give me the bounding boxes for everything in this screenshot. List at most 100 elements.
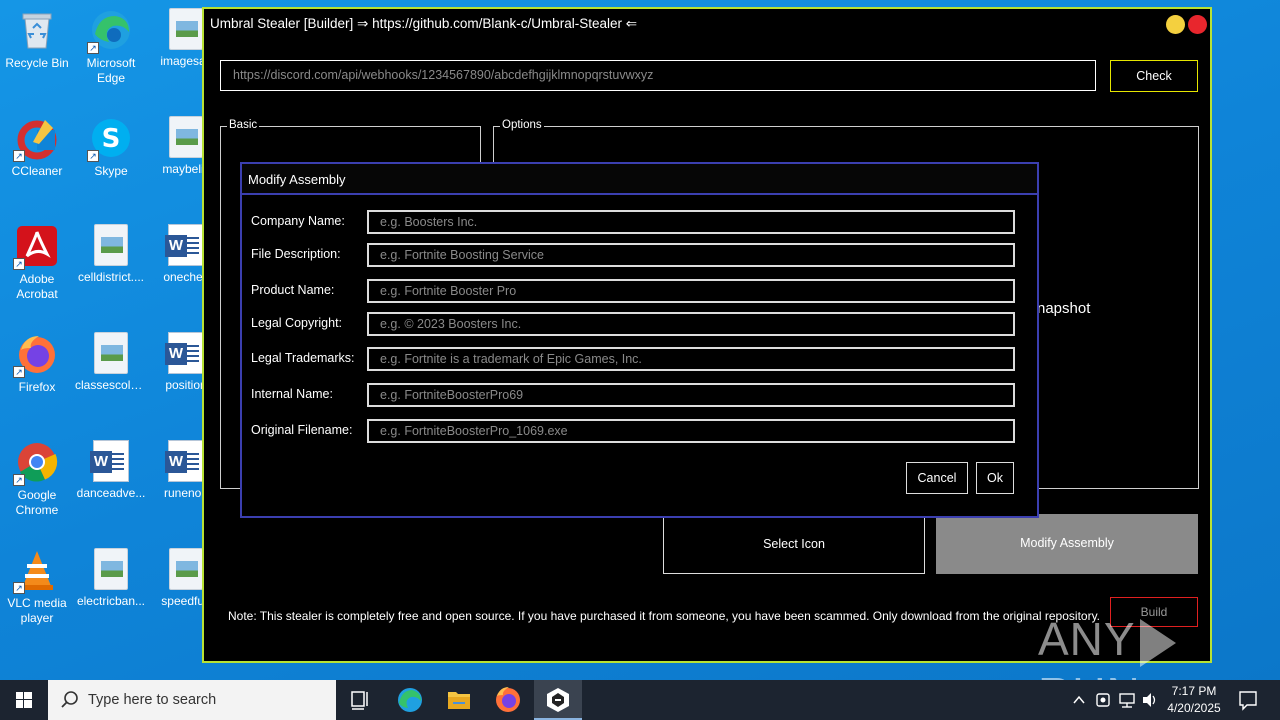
desktop-icon-ccleaner[interactable]: ↗ CCleaner xyxy=(1,116,73,179)
file-explorer-icon xyxy=(448,692,470,709)
tray-network[interactable] xyxy=(1116,680,1138,720)
field-label: Company Name: xyxy=(251,214,345,228)
desktop-icon-label: celldistrict.... xyxy=(77,270,144,284)
firefox-icon: ↗ xyxy=(13,332,59,378)
dialog-title[interactable]: Modify Assembly xyxy=(242,164,1037,195)
desktop-icon-label: Adobe Acrobat xyxy=(16,272,58,301)
start-button[interactable] xyxy=(0,680,48,720)
volume-icon xyxy=(1143,693,1156,707)
task-view-icon xyxy=(351,691,368,710)
company-name-input[interactable]: e.g. Boosters Inc. xyxy=(367,210,1015,234)
field-internal-name: Internal Name: e.g. FortniteBoosterPro69 xyxy=(251,383,1031,407)
desktop-icon-danceadve[interactable]: W danceadve... xyxy=(75,440,147,501)
field-original-filename: Original Filename: e.g. FortniteBoosterP… xyxy=(251,419,1031,443)
desktop-icon-skype[interactable]: S ↗ Skype xyxy=(75,116,147,179)
skype-icon: S ↗ xyxy=(87,116,133,162)
task-view-button[interactable] xyxy=(336,680,384,720)
field-label: Product Name: xyxy=(251,283,335,297)
field-legal-trademarks: Legal Trademarks: e.g. Fortnite is a tra… xyxy=(251,347,1031,371)
image-file-icon xyxy=(169,548,203,590)
minimize-button[interactable] xyxy=(1166,15,1185,34)
option-snapshot-label: napshot xyxy=(1037,300,1091,317)
select-icon-button[interactable]: Select Icon xyxy=(663,514,925,574)
field-label: Legal Trademarks: xyxy=(251,351,355,365)
close-button[interactable] xyxy=(1188,15,1207,34)
legal-trademarks-input[interactable]: e.g. Fortnite is a trademark of Epic Gam… xyxy=(367,347,1015,371)
field-label: Legal Copyright: xyxy=(251,316,343,330)
field-label: File Description: xyxy=(251,247,341,261)
taskbar-file-explorer[interactable] xyxy=(435,680,483,720)
cancel-button[interactable]: Cancel xyxy=(906,462,968,494)
vlc-icon: ↗ xyxy=(13,548,59,594)
edge-icon: ↗ xyxy=(87,8,133,54)
tray-meet-now[interactable] xyxy=(1092,680,1114,720)
word-doc-icon: W xyxy=(165,440,204,482)
image-file-icon xyxy=(94,332,128,374)
ok-button[interactable]: Ok xyxy=(976,462,1014,494)
internal-name-input[interactable]: e.g. FortniteBoosterPro69 xyxy=(367,383,1015,407)
disclaimer-note: Note: This stealer is completely free an… xyxy=(228,609,1101,623)
clock-time: 7:17 PM xyxy=(1171,684,1217,698)
field-label: Internal Name: xyxy=(251,387,333,401)
tray-volume[interactable] xyxy=(1140,680,1160,720)
notification-center[interactable] xyxy=(1234,680,1262,720)
modify-assembly-button[interactable]: Modify Assembly xyxy=(936,514,1198,574)
acrobat-icon: ↗ xyxy=(13,224,59,270)
desktop-icon-acrobat[interactable]: ↗ Adobe Acrobat xyxy=(1,224,73,302)
desktop-icon-electricban[interactable]: electricban... xyxy=(75,548,147,609)
desktop-icon-chrome[interactable]: ↗ Google Chrome xyxy=(1,440,73,518)
taskbar: Type here to search 7:17 PM 4/20/2025 xyxy=(0,680,1280,720)
tray-chevron[interactable] xyxy=(1068,680,1090,720)
desktop-icon-vlc[interactable]: ↗ VLC media player xyxy=(1,548,73,626)
options-group-label: Options xyxy=(500,119,544,131)
image-file-icon xyxy=(169,8,203,50)
search-placeholder: Type here to search xyxy=(88,692,217,708)
chrome-icon: ↗ xyxy=(13,440,59,486)
field-company-name: Company Name: e.g. Boosters Inc. xyxy=(251,210,1031,234)
notification-icon xyxy=(1239,691,1257,711)
word-doc-icon: W xyxy=(165,224,204,266)
desktop-icon-label: Microsoft Edge xyxy=(86,56,136,85)
product-name-input[interactable]: e.g. Fortnite Booster Pro xyxy=(367,279,1015,303)
desktop-icon-label: danceadve... xyxy=(76,486,146,500)
modify-assembly-dialog: Modify Assembly Company Name: e.g. Boost… xyxy=(240,162,1039,518)
desktop-icon-label: Firefox xyxy=(18,380,56,394)
chevron-up-icon xyxy=(1073,695,1085,704)
desktop-icon-classescold[interactable]: classescold... xyxy=(75,332,147,393)
play-icon xyxy=(1139,618,1176,667)
image-file-icon xyxy=(94,224,128,266)
word-doc-icon: W xyxy=(165,332,204,374)
desktop-icon-label: VLC media player xyxy=(7,596,67,625)
desktop-icon-recycle-bin[interactable]: Recycle Bin xyxy=(1,8,73,71)
original-filename-input[interactable]: e.g. FortniteBoosterPro_1069.exe xyxy=(367,419,1015,443)
taskbar-edge[interactable] xyxy=(386,680,434,720)
legal-copyright-input[interactable]: e.g. © 2023 Boosters Inc. xyxy=(367,312,1015,336)
taskbar-umbral-app[interactable] xyxy=(534,680,582,720)
edge-icon xyxy=(398,688,422,712)
ccleaner-icon: ↗ xyxy=(13,116,59,162)
taskbar-firefox[interactable] xyxy=(484,680,532,720)
window-title[interactable]: Umbral Stealer [Builder] ⇒ https://githu… xyxy=(204,9,1210,39)
desktop-icon-edge[interactable]: ↗ Microsoft Edge xyxy=(75,8,147,86)
windows-logo-icon xyxy=(16,692,32,708)
firefox-icon xyxy=(496,687,520,712)
desktop-icon-label: Recycle Bin xyxy=(5,56,69,70)
webhook-input[interactable]: https://discord.com/api/webhooks/1234567… xyxy=(220,60,1096,91)
desktop-icon-label: electricban... xyxy=(76,594,146,608)
umbral-app-icon xyxy=(547,688,569,712)
file-description-input[interactable]: e.g. Fortnite Boosting Service xyxy=(367,243,1015,267)
desktop-icon-celldistrict[interactable]: celldistrict.... xyxy=(75,224,147,285)
network-icon xyxy=(1119,693,1135,708)
desktop-icon-firefox[interactable]: ↗ Firefox xyxy=(1,332,73,395)
desktop-icon-label: Skype xyxy=(94,164,128,178)
taskbar-search-box[interactable]: Type here to search xyxy=(48,680,336,720)
search-icon xyxy=(61,691,78,708)
taskbar-clock[interactable]: 7:17 PM 4/20/2025 xyxy=(1158,683,1230,717)
check-button[interactable]: Check xyxy=(1110,60,1198,92)
clock-date: 4/20/2025 xyxy=(1167,701,1221,715)
field-label: Original Filename: xyxy=(251,423,353,437)
recycle-bin-icon xyxy=(15,8,59,52)
desktop-icon-label: CCleaner xyxy=(11,164,63,178)
desktop-icon-label: Google Chrome xyxy=(15,488,59,517)
field-legal-copyright: Legal Copyright: e.g. © 2023 Boosters In… xyxy=(251,312,1031,336)
